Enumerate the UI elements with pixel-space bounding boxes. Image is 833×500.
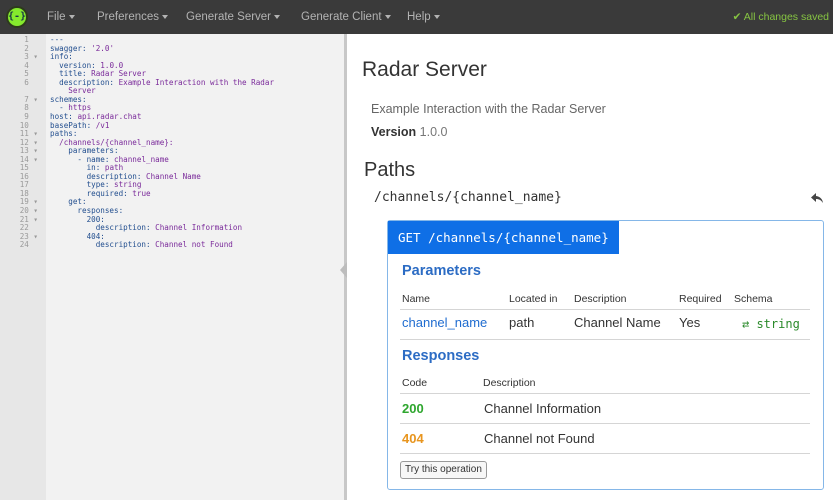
menu-preferences[interactable]: Preferences [97, 0, 169, 34]
operation-header[interactable]: GET /channels/{channel_name} [388, 221, 619, 254]
version-label: Version [371, 125, 417, 139]
param-name[interactable]: channel_name [402, 315, 487, 330]
logo-text: {-} [7, 11, 27, 22]
collapse-left-icon[interactable] [340, 262, 347, 278]
chevron-down-icon [384, 14, 391, 19]
menu-file[interactable]: File [47, 0, 75, 34]
code-token: /v1 [95, 120, 110, 130]
line-number: 6 [24, 77, 38, 87]
chevron-down-icon [433, 14, 440, 19]
response-description-404: Channel not Found [484, 431, 595, 446]
parameters-title: Parameters [402, 263, 481, 279]
chevron-down-icon [274, 14, 281, 19]
param-header-located: Located in [509, 293, 558, 305]
code-token: Channel not Found [155, 240, 233, 250]
response-code-404: 404 [402, 431, 424, 446]
code-token: Channel Information [155, 223, 243, 233]
divider [400, 393, 810, 394]
api-title: Radar Server [362, 58, 487, 81]
responses-title: Responses [402, 348, 480, 364]
line-number: 24 [19, 240, 38, 250]
operation-panel: GET /channels/{channel_name} Parameters … [387, 220, 824, 490]
api-description: Example Interaction with the Radar Serve… [371, 102, 606, 116]
param-header-required: Required [679, 293, 722, 305]
code-token: Channel Name [146, 171, 201, 181]
jump-to-source-icon[interactable] [810, 192, 824, 204]
code-token: description: [50, 240, 156, 250]
param-schema[interactable]: ⇄ string [742, 317, 800, 331]
menu-preferences-label: Preferences [97, 11, 160, 23]
chevron-down-icon [162, 14, 169, 19]
menu-generate-server[interactable]: Generate Server [186, 0, 281, 34]
param-header-description: Description [574, 293, 627, 305]
divider [400, 423, 810, 424]
code-token: true [132, 188, 151, 198]
top-menu-bar: {-} File Preferences Generate Server Gen… [0, 0, 833, 34]
menu-generate-client-label: Generate Client [301, 11, 382, 23]
code-text: description: Channel not Found [50, 240, 233, 250]
divider [400, 453, 810, 454]
code-token: Example Interaction with the Radar [118, 77, 275, 87]
resp-header-description: Description [483, 377, 536, 389]
yaml-editor[interactable]: 1 --- 2 swagger: '2.0' 3 ▾ info: 4 version: … [0, 34, 344, 500]
docs-preview: Radar Server Example Interaction with th… [347, 34, 833, 500]
param-header-name: Name [402, 293, 431, 305]
chevron-down-icon [68, 14, 75, 19]
path-name[interactable]: /channels/{channel_name} [374, 190, 562, 205]
code-token: '2.0' [91, 43, 115, 53]
param-located-in: path [509, 315, 535, 330]
swagger-logo-icon[interactable]: {-} [6, 6, 28, 28]
response-description-200: Channel Information [484, 401, 602, 416]
menu-help-label: Help [407, 11, 431, 23]
menu-help[interactable]: Help [407, 0, 440, 34]
param-header-schema: Schema [734, 293, 773, 305]
param-description: Channel Name [574, 315, 661, 330]
divider [400, 339, 810, 340]
menu-generate-server-label: Generate Server [186, 11, 272, 23]
api-version: Version 1.0.0 [371, 125, 447, 139]
version-value: 1.0.0 [419, 125, 448, 139]
paths-title: Paths [364, 159, 416, 181]
response-code-200: 200 [402, 401, 424, 416]
save-status: ✔ All changes saved [732, 11, 829, 23]
menu-generate-client[interactable]: Generate Client [301, 0, 391, 34]
menu-file-label: File [47, 11, 66, 23]
param-required: Yes [679, 315, 701, 330]
divider [400, 309, 810, 310]
try-operation-button[interactable]: Try this operation [400, 461, 487, 479]
resp-header-code: Code [402, 377, 428, 389]
code-line[interactable]: 24 description: Channel not Found [0, 240, 344, 250]
